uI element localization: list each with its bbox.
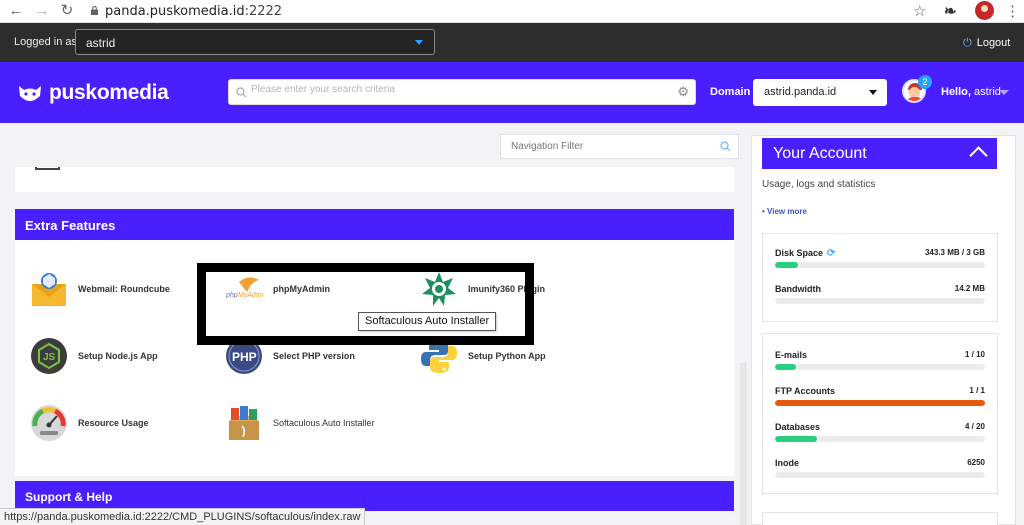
your-account-header[interactable]: Your Account (762, 138, 997, 169)
tooltip: Softaculous Auto Installer (358, 312, 497, 331)
stat-name: Disk Space ⟳ (775, 248, 836, 259)
softaculous-icon (225, 404, 263, 442)
star-bookmark-icon[interactable]: ☆ (913, 2, 926, 20)
feature-label: Setup Node.js App (78, 351, 158, 361)
your-account-title: Your Account (773, 145, 867, 162)
svg-text:PHP: PHP (232, 350, 257, 364)
nodejs-icon: JS (30, 337, 68, 375)
user-select[interactable]: astrid (75, 29, 435, 55)
browser-status-bar: https://panda.puskomedia.id:2222/CMD_PLU… (0, 508, 366, 525)
usage-card: Disk Space ⟳ 343.3 MB / 3 GB Bandwidth 14… (762, 233, 998, 322)
brand-name: puskomedia (49, 81, 169, 104)
feature-resource-usage[interactable]: Resource Usage (30, 403, 149, 443)
feature-nodejs[interactable]: JS Setup Node.js App (30, 336, 158, 376)
stat-value: 4 / 20 (964, 422, 985, 431)
gauge-icon (30, 404, 68, 442)
browser-toolbar: ← → ↻ panda.puskomedia.id:2222 ☆ ❧ ⋮ (0, 0, 1024, 23)
feature-label: Select PHP version (273, 351, 355, 361)
notification-badge[interactable]: 2 (918, 75, 932, 89)
logout-button[interactable]: ⏻ Logout (963, 37, 1010, 50)
url-port: :2222 (244, 4, 283, 19)
search-box[interactable]: ⚙ (228, 79, 696, 105)
progress-bar (775, 262, 985, 268)
domain-label: Domain (710, 86, 751, 98)
next-card (762, 512, 998, 525)
back-arrow-icon[interactable]: ← (6, 2, 26, 20)
selection-highlight (197, 263, 534, 345)
brand-logo[interactable]: puskomedia (17, 80, 169, 106)
feature-softaculous[interactable]: Softaculous Auto Installer (225, 403, 375, 443)
progress-bar (775, 472, 985, 478)
reload-icon[interactable]: ↻ (57, 2, 77, 20)
url-host: panda.puskomedia.id (105, 4, 245, 19)
search-icon (720, 141, 731, 152)
profile-avatar[interactable] (975, 1, 994, 20)
domain-value: astrid.panda.id (764, 86, 837, 98)
account-panel: Your Account Usage, logs and statistics … (751, 135, 1016, 525)
svg-text:JS: JS (43, 352, 56, 363)
power-icon: ⏻ (963, 37, 972, 49)
user-greeting[interactable]: Hello, astrid (941, 86, 1001, 98)
navigation-filter[interactable]: Navigation Filter (500, 134, 739, 159)
search-icon (236, 87, 247, 98)
stat-value: 1 / 1 (969, 386, 985, 395)
stat-value: 14.2 MB (954, 284, 985, 293)
extension-icon[interactable]: ❧ (944, 2, 957, 20)
lock-icon (90, 6, 99, 15)
feature-label: Resource Usage (78, 418, 149, 428)
logged-in-label: Logged in as (14, 36, 77, 48)
forward-arrow-icon[interactable]: → (32, 2, 52, 20)
hello-prefix: Hello, (941, 86, 971, 98)
scrollbar[interactable] (740, 363, 747, 525)
truncated-icon (35, 167, 60, 170)
progress-bar (775, 400, 985, 406)
hello-user: astrid (974, 86, 1001, 98)
gear-icon[interactable]: ⚙ (677, 85, 689, 99)
stat-value: 1 / 10 (964, 350, 985, 359)
refresh-icon[interactable]: ⟳ (827, 248, 835, 259)
support-help-header[interactable]: Support & Help (15, 481, 734, 511)
main-header: puskomedia ⚙ Domain astrid.panda.id 2 He… (0, 62, 1024, 123)
feature-label: Softaculous Auto Installer (273, 418, 375, 428)
feature-label: Webmail: Roundcube (78, 284, 170, 294)
feature-label: Setup Python App (468, 351, 546, 361)
progress-bar (775, 364, 985, 370)
account-subtitle: Usage, logs and statistics (762, 179, 876, 190)
chevron-down-icon[interactable] (999, 90, 1009, 95)
search-input[interactable] (251, 84, 671, 95)
feature-roundcube[interactable]: Webmail: Roundcube (30, 269, 170, 309)
stat-name: Bandwidth (775, 284, 821, 294)
user-select-value: astrid (86, 36, 116, 50)
extra-features-header[interactable]: Extra Features (15, 209, 734, 240)
stat-name: Inode (775, 458, 799, 468)
progress-bar (775, 298, 985, 304)
login-bar: Logged in as astrid ⏻ Logout (0, 23, 1024, 62)
stat-value: 6250 (967, 458, 985, 467)
chevron-down-icon (869, 90, 877, 95)
stat-name: FTP Accounts (775, 386, 836, 396)
domain-select[interactable]: astrid.panda.id (753, 79, 887, 106)
roundcube-icon (30, 270, 68, 308)
stat-name: E-mails (775, 350, 808, 360)
chevron-up-icon[interactable] (969, 146, 988, 165)
chevron-down-icon (415, 40, 423, 45)
address-bar[interactable]: panda.puskomedia.id:2222 (105, 4, 282, 19)
limits-card: E-mails 1 / 10 FTP Accounts 1 / 1 Databa… (762, 333, 998, 494)
previous-section-card (15, 167, 734, 192)
stat-value: 343.3 MB / 3 GB (924, 248, 985, 257)
navigation-filter-placeholder: Navigation Filter (511, 141, 584, 152)
progress-bar (775, 436, 985, 442)
stat-name: Databases (775, 422, 821, 432)
logout-label: Logout (976, 37, 1011, 49)
view-more-link[interactable]: • View more (762, 207, 807, 216)
browser-menu-icon[interactable]: ⋮ (1005, 2, 1020, 20)
cat-logo-icon (19, 86, 41, 101)
